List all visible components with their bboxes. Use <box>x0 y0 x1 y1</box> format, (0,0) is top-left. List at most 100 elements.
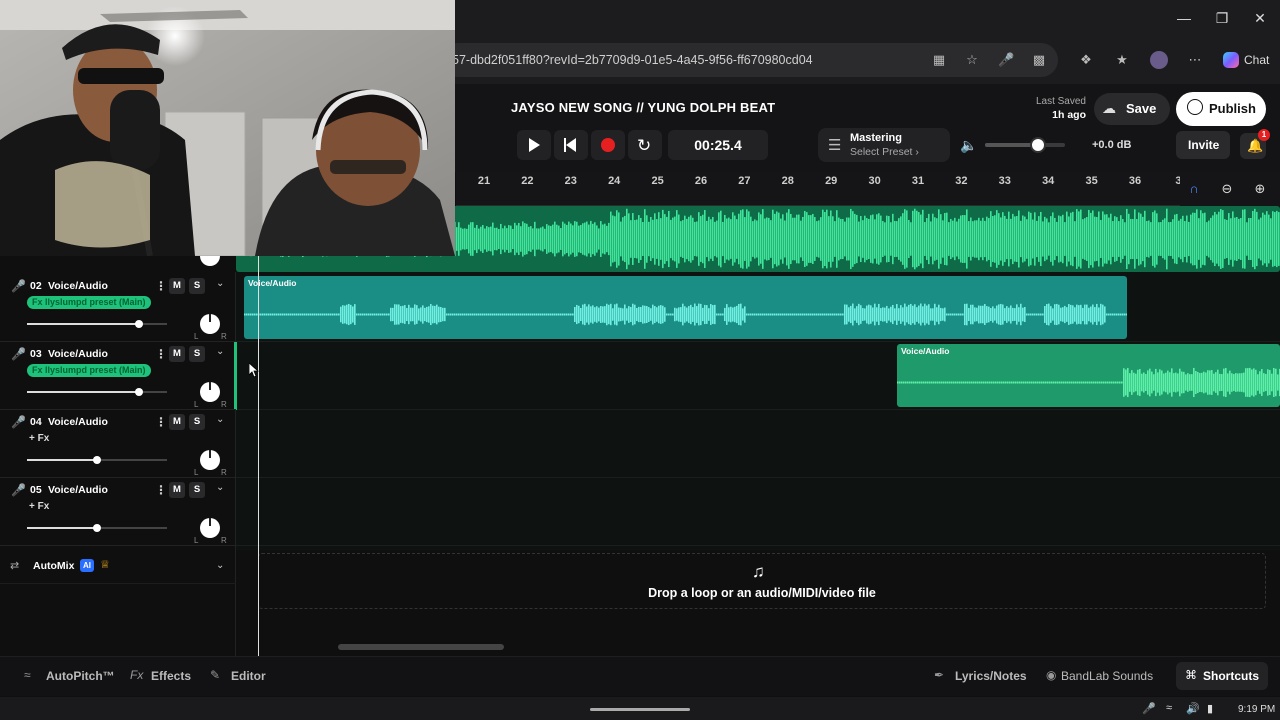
volume-knob[interactable] <box>93 456 101 464</box>
mouse-cursor-icon <box>249 363 259 378</box>
profile-avatar[interactable] <box>1150 51 1168 69</box>
waveform-bar <box>1046 303 1048 326</box>
volume-knob[interactable] <box>135 388 143 396</box>
waveform-bar <box>892 213 894 265</box>
volume-knob[interactable] <box>135 320 143 328</box>
track-menu-icon[interactable]: ⋮ <box>155 483 167 497</box>
waveform-bar <box>468 313 470 316</box>
waveform-bar <box>940 307 942 322</box>
waveform-bar <box>934 303 936 326</box>
waveform-bar <box>1053 381 1055 384</box>
track-lane-04[interactable] <box>236 410 1280 478</box>
waveform-bar <box>986 216 988 262</box>
waveform-bar <box>1100 303 1102 326</box>
waveform-bar <box>388 313 390 316</box>
waveform-bar <box>570 223 572 255</box>
waveform-bar <box>1024 216 1026 262</box>
waveform-bar <box>1181 371 1183 394</box>
waveform-bar <box>1038 313 1040 316</box>
waveform-bar <box>964 303 966 326</box>
microphone-icon[interactable]: 🎤 <box>11 415 26 429</box>
waveform-bar <box>280 313 282 316</box>
waveform-bar <box>806 313 808 316</box>
solo-button[interactable]: S <box>189 278 205 294</box>
solo-button[interactable]: S <box>189 482 205 498</box>
waveform-bar <box>958 218 960 260</box>
taskbar-handle[interactable] <box>590 708 690 711</box>
horizontal-scrollbar[interactable] <box>338 644 504 650</box>
app-available-icon[interactable]: ▦ <box>931 52 947 68</box>
add-fx-button[interactable]: + Fx <box>29 433 49 444</box>
automix-sliders-icon: ⇄ <box>10 560 20 572</box>
extensions-icon[interactable]: ❖ <box>1078 52 1094 68</box>
waveform-bar <box>1080 209 1082 269</box>
waveform-bar <box>1209 370 1211 395</box>
waveform-bar <box>984 304 986 325</box>
track-name[interactable]: Voice/Audio <box>48 484 108 496</box>
microphone-icon[interactable]: 🎤 <box>998 52 1014 68</box>
close-icon[interactable]: ✕ <box>1250 8 1270 28</box>
waveform-bar <box>784 220 786 258</box>
microphone-icon[interactable]: 🎤 <box>11 347 26 361</box>
track-menu-icon[interactable]: ⋮ <box>155 347 167 361</box>
volume-tray-icon[interactable]: 🔊 <box>1186 702 1200 715</box>
favorite-star-icon[interactable]: ☆ <box>964 52 980 68</box>
waveform-bar <box>790 313 792 316</box>
track-name[interactable]: Voice/Audio <box>48 348 108 360</box>
mute-button[interactable]: M <box>169 414 185 430</box>
mute-button[interactable]: M <box>169 346 185 362</box>
chevron-down-icon[interactable]: ⌄ <box>216 482 224 493</box>
favorites-icon[interactable]: ★ <box>1114 52 1130 68</box>
track-name[interactable]: Voice/Audio <box>48 280 108 292</box>
waveform-bar <box>542 313 544 316</box>
voice-clip-03[interactable]: Voice/Audio <box>897 344 1280 407</box>
zoom-in-icon[interactable]: ⊕ <box>1251 180 1269 198</box>
zoom-out-icon[interactable]: ⊖ <box>1218 180 1236 198</box>
waveform-bar <box>792 217 794 261</box>
more-menu-icon[interactable]: ⋯ <box>1187 52 1203 68</box>
chevron-down-icon[interactable]: ⌄ <box>216 414 224 425</box>
tracking-shield-icon[interactable]: ▩ <box>1031 52 1047 68</box>
waveform-bar <box>966 209 968 269</box>
solo-button[interactable]: S <box>189 414 205 430</box>
mute-button[interactable]: M <box>169 482 185 498</box>
playhead[interactable] <box>258 256 259 656</box>
chevron-down-icon[interactable]: ⌄ <box>216 560 224 571</box>
track-menu-icon[interactable]: ⋮ <box>155 279 167 293</box>
add-fx-button[interactable]: + Fx <box>29 501 49 512</box>
voice-clip-02[interactable]: Voice/Audio <box>244 276 1127 339</box>
fx-preset-pill[interactable]: Fx llyslumpd preset (Main) <box>27 364 151 377</box>
master-volume-knob[interactable] <box>1030 137 1046 153</box>
project-title[interactable]: JAYSO NEW SONG // YUNG DOLPH BEAT <box>511 100 775 115</box>
restore-icon[interactable]: ❐ <box>1212 8 1232 28</box>
minimize-icon[interactable]: — <box>1174 8 1194 28</box>
waveform-bar <box>1063 381 1065 384</box>
microphone-icon[interactable]: 🎤 <box>11 279 26 293</box>
wifi-icon[interactable]: ≈ <box>1166 702 1172 714</box>
battery-icon[interactable]: ▮ <box>1207 702 1213 715</box>
waveform-bar <box>760 313 762 316</box>
microphone-tray-icon[interactable]: 🎤 <box>1142 702 1156 715</box>
ruler-tick: 22 <box>521 175 534 187</box>
waveform-bar <box>862 308 864 321</box>
waveform-bar <box>724 307 726 322</box>
solo-button[interactable]: S <box>189 346 205 362</box>
waveform-bar <box>1082 219 1084 259</box>
waveform-bar <box>925 381 927 384</box>
waveform-bar <box>666 216 668 262</box>
speaker-icon[interactable]: 🔈 <box>960 137 977 154</box>
track-menu-icon[interactable]: ⋮ <box>155 415 167 429</box>
volume-knob[interactable] <box>93 524 101 532</box>
waveform-bar <box>1256 211 1258 267</box>
mute-button[interactable]: M <box>169 278 185 294</box>
chevron-down-icon[interactable]: ⌄ <box>216 278 224 289</box>
track-name[interactable]: Voice/Audio <box>48 416 108 428</box>
waveform-bar <box>950 313 952 316</box>
fx-preset-pill[interactable]: Fx llyslumpd preset (Main) <box>27 296 151 309</box>
snap-magnet-icon[interactable]: ∩ <box>1185 180 1203 198</box>
chevron-down-icon[interactable]: ⌄ <box>216 346 224 357</box>
microphone-icon[interactable]: 🎤 <box>11 483 26 497</box>
waveform-bar <box>1255 369 1257 396</box>
waveform-bar <box>706 305 708 324</box>
track-lane-05[interactable] <box>236 478 1280 546</box>
